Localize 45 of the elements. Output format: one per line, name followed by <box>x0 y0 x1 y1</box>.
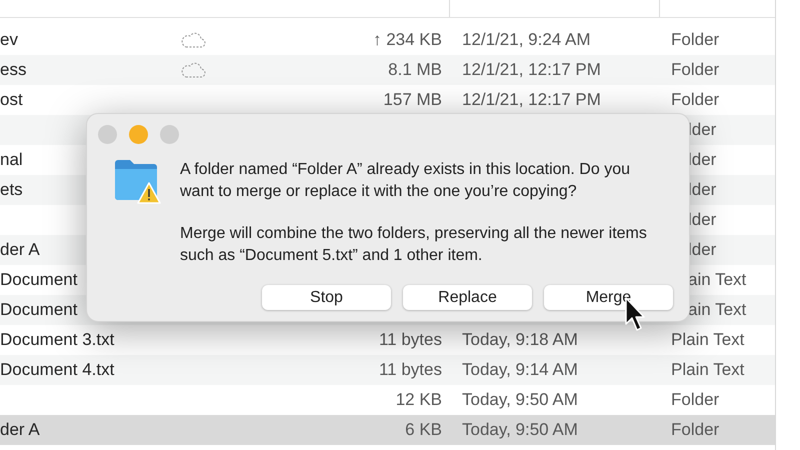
file-name: ev <box>0 30 19 50</box>
dialog-button[interactable]: Merge <box>544 285 673 310</box>
dialog-button[interactable]: Stop <box>262 285 391 310</box>
file-name: ost <box>0 90 24 110</box>
file-row[interactable]: Document 4.txt 11 bytes Today, 9:14 AM Plain Text <box>0 355 775 385</box>
file-name: ess <box>0 60 28 80</box>
dialog-detail: Merge will combine the two folders, preserving all the newer items such as “Document 5.txt” and 1 other item. <box>180 224 648 266</box>
file-kind: Folder <box>670 30 720 50</box>
file-name: Document 3.txt <box>0 330 116 350</box>
file-size: 11 bytes <box>378 360 442 380</box>
file-kind: Plain Text <box>670 330 744 350</box>
file-row[interactable]: der A 6 KB Today, 9:50 AM Folder <box>0 415 775 445</box>
file-kind: Folder <box>670 90 720 110</box>
file-size: 12 KB <box>396 390 442 410</box>
file-name: nal <box>0 150 24 170</box>
file-size: 8.1 MB <box>388 60 442 80</box>
file-name: Document <box>0 270 78 290</box>
file-name: Document 4.txt <box>0 360 116 380</box>
file-row[interactable]: ess 8.1 MB 12/1/21, 12:17 PM Folder <box>0 55 775 85</box>
date-modified: 12/1/21, 12:17 PM <box>461 90 601 110</box>
file-size: 6 KB <box>405 420 442 440</box>
file-kind: Folder <box>670 60 720 80</box>
date-modified: Today, 9:14 AM <box>461 360 578 380</box>
file-name: der A <box>0 240 41 260</box>
date-modified: 12/1/21, 9:24 AM <box>461 30 591 50</box>
file-size: 11 bytes <box>378 330 442 350</box>
file-size: ↑ 234 KB <box>373 30 442 50</box>
file-size: 157 MB <box>383 90 442 110</box>
file-kind: Plain Text <box>670 360 744 380</box>
close-button[interactable] <box>98 125 117 144</box>
file-name: Document <box>0 300 78 320</box>
date-modified: Today, 9:50 AM <box>461 420 578 440</box>
date-modified: 12/1/21, 12:17 PM <box>461 60 601 80</box>
file-kind: Folder <box>670 390 720 410</box>
file-name: ets <box>0 180 24 200</box>
minimize-button[interactable] <box>129 125 148 144</box>
date-modified: Today, 9:18 AM <box>461 330 578 350</box>
file-kind: ain Text <box>687 300 746 320</box>
folder-warning-icon <box>114 159 161 205</box>
dialog-message: A folder named “Folder A” already exists in this location. Do you want to merge or replace it with the one you’re copying? <box>180 160 631 202</box>
file-kind: Folder <box>670 420 720 440</box>
date-modified: Today, 9:50 AM <box>461 390 578 410</box>
zoom-button[interactable] <box>160 125 179 144</box>
dialog-button[interactable]: Replace <box>403 285 532 310</box>
file-name: der A <box>0 420 41 440</box>
